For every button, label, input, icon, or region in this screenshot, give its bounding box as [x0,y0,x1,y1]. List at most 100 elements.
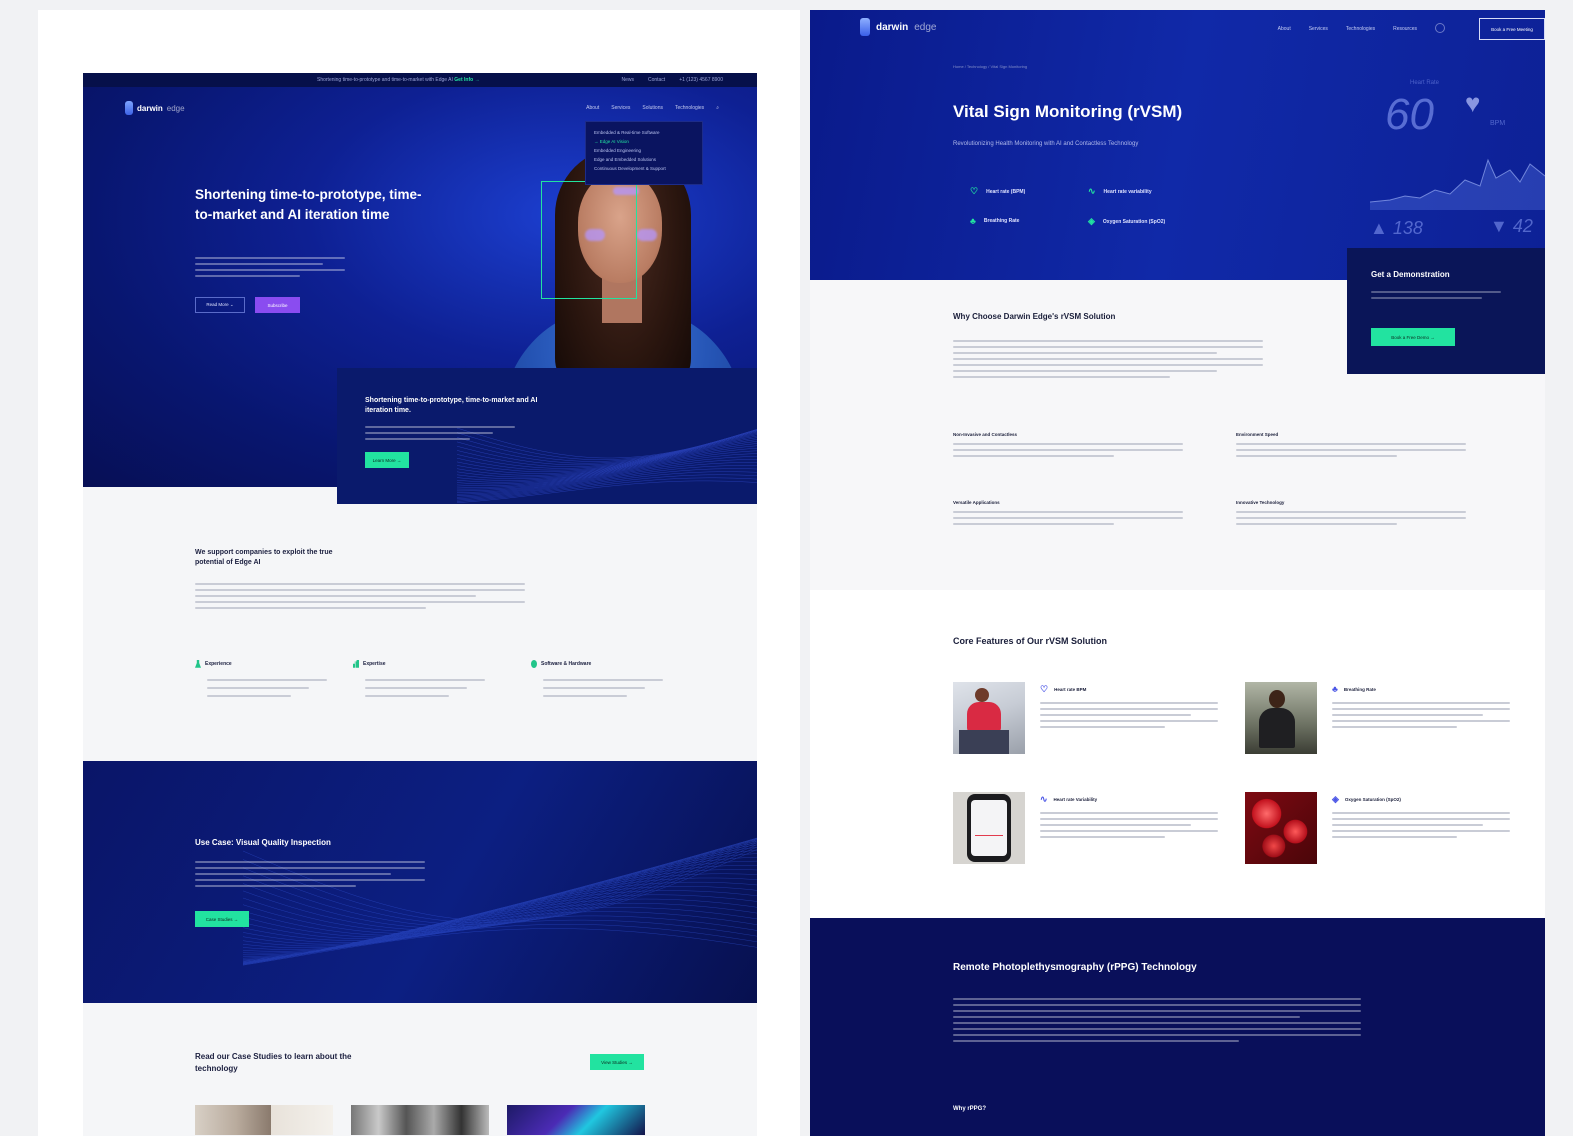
logo[interactable]: darwin edge [860,18,936,36]
use-case-title: Use Case: Visual Quality Inspection [195,838,331,847]
chip-icon [531,659,537,668]
core-features-section [810,590,1545,920]
book-demo-button[interactable]: Book a Free Demo → [1371,328,1455,346]
nav-item-services[interactable]: Services [611,105,630,111]
hero-description [195,257,345,279]
case-study-thumbnail[interactable] [195,1105,333,1135]
wave-line [243,928,757,966]
heart-rate-label: Heart Rate [1410,80,1440,86]
face-scan-dot [637,229,657,241]
book-meeting-button[interactable]: Book a Free Meeting [1479,18,1545,40]
stat-high: ▲ 138 [1370,218,1423,238]
nav-item-technologies[interactable]: Technologies [675,105,704,111]
topbar-link[interactable]: Contact [648,77,665,83]
use-case-description [195,861,425,891]
case-studies-button[interactable]: Case Studies → [195,911,249,927]
core-feature-title: ♣ Breathing Rate [1332,684,1376,694]
search-icon[interactable] [1435,23,1445,33]
feature-expertise: Expertise [353,655,485,701]
nav-item-about[interactable]: About [586,105,599,111]
benefit-title: Environment Speed [1236,432,1279,437]
nav-item-resources[interactable]: Resources [1393,26,1417,33]
case-study-thumbnail[interactable] [507,1105,645,1135]
blood-cells-photo [1245,792,1317,864]
nav-item-services[interactable]: Services [1309,26,1328,33]
dropdown-item[interactable]: Embedded Engineering [594,146,694,155]
drop-icon: ◈ [1088,216,1095,226]
core-features-heading: Core Features of Our rVSM Solution [953,636,1108,646]
benefit-title: Non-Invasive and Contactless [953,432,1018,437]
overlay-title: Shortening time-to-prototype, time-to-ma… [365,397,538,414]
why-choose-heading: Why Choose Darwin Edge's rVSM Solution [953,312,1116,321]
case-study-thumbnail[interactable] [351,1105,489,1135]
drop-icon: ◈ [1332,794,1339,804]
topbar-link[interactable]: News [621,77,634,83]
announcement-link[interactable]: Get Info → [454,77,479,83]
bpm-unit: BPM [1490,120,1506,127]
core-feature-title: ∿ Heart rate Variability [1040,794,1098,804]
case-studies-heading: Read our Case Studies to learn about the… [195,1052,352,1073]
wave-line [243,924,757,965]
rvsm-hero-section: darwin edge About Services Technologies R… [810,10,1545,280]
athlete-photo [1245,682,1317,754]
benefit-item: Non-Invasive and Contactless [953,432,1183,461]
home-page-mockup: Shortening time-to-prototype and time-to… [83,73,757,1136]
logo-mark-icon [125,101,133,115]
vital-label: Heart rate variability [1103,188,1152,195]
vital-hrv: ∿ Heart rate variability [1088,186,1152,197]
dropdown-item-active[interactable]: → Edge AI Vision [594,137,694,146]
core-feature-title: ♡ Heart rate BPM [1040,684,1087,694]
logo[interactable]: darwin edge [125,101,185,115]
topbar-links: News Contact +1 (123) 4567 8900 [621,77,723,83]
rvsm-page-mockup: darwin edge About Services Technologies R… [810,10,1545,1136]
dropdown-item[interactable]: Continuous Development & Support [594,164,694,173]
heart-icon: ♥ [1465,88,1481,118]
overlay-description [365,426,515,444]
learn-more-button[interactable]: Learn More → [365,452,409,468]
view-studies-button[interactable]: View Studies → [590,1054,644,1070]
benefit-item: Versatile Applications [953,500,1183,529]
demo-card: Get a Demonstration Book a Free Demo → [1347,248,1545,374]
core-feature-title: ◈ Oxygen Saturation (SpO2) [1332,794,1401,804]
feature-title: Experience [205,660,232,667]
page-title: Vital Sign Monitoring (rVSM) [953,102,1183,121]
nav-item-about[interactable]: About [1278,26,1291,33]
main-nav: About Services Technologies Resources [1278,23,1445,33]
announcement-text: Shortening time-to-prototype and time-to… [317,77,480,83]
benefit-item: Environment Speed [1236,432,1466,461]
feature-software-hardware: Software & Hardware [531,655,663,701]
feature-experience: Experience [195,655,327,701]
search-icon[interactable]: ⌕ [716,105,719,111]
core-feature-description [1040,812,1218,842]
core-feature-description [1040,702,1218,732]
benefit-title: Innovative Technology [1236,500,1285,505]
nav-item-solutions[interactable]: Solutions [642,105,663,111]
core-feature-description [1332,812,1510,842]
feature-title: Expertise [363,660,386,667]
topbar-phone[interactable]: +1 (123) 4567 8900 [679,77,723,83]
support-heading: We support companies to exploit the true… [195,549,333,566]
why-rppg-heading: Why rPPG? [953,1106,987,1112]
rppg-heading: Remote Photoplethysmography (rPPG) Techn… [953,962,1197,973]
wave-line [457,441,757,481]
logo-suffix: edge [166,103,185,113]
benefit-title: Versatile Applications [953,500,1000,505]
read-more-button[interactable]: Read More ⌄ [195,297,245,313]
support-description [195,583,525,613]
nav-item-technologies[interactable]: Technologies [1346,26,1375,33]
rppg-description [953,998,1361,1046]
hero-overlay-card: Shortening time-to-prototype, time-to-ma… [337,368,757,504]
stat-low: ▼ 42 [1490,216,1533,236]
logo-brand: darwin [137,103,163,113]
feature-title: Software & Hardware [541,660,592,667]
dropdown-item[interactable]: Embedded & Real-time Software [594,128,694,137]
heart-rate-area [1370,160,1545,210]
breadcrumb: Home / Technology / Vital Sign Monitorin… [953,64,1028,69]
logo-mark-icon [860,18,870,36]
hero-title: Shortening time-to-prototype, time-to-ma… [195,187,422,222]
core-feature-description [1332,702,1510,732]
dropdown-item[interactable]: Edge and Embedded Solutions [594,155,694,164]
demo-title: Get a Demonstration [1371,270,1450,279]
pulse-icon: ∿ [1088,186,1096,196]
subscribe-button[interactable]: Subscribe [255,297,300,313]
